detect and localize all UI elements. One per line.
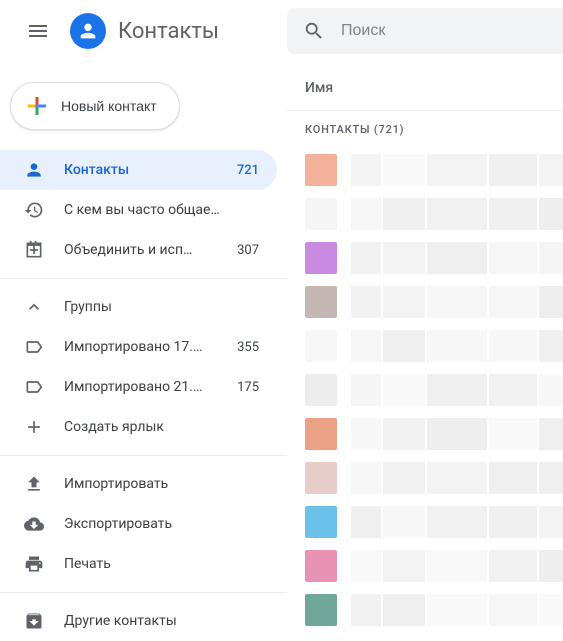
contact-name-redacted [351,330,563,362]
contact-row[interactable] [287,148,563,192]
sidebar-item-group-2[interactable]: Создать ярлык [0,407,277,447]
plus-icon [24,417,44,437]
app-logo [70,13,106,49]
contact-avatar [305,550,337,582]
sidebar-item-main-0[interactable]: Контакты 721 [0,150,277,190]
contact-name-redacted [351,550,563,582]
contact-name-redacted [351,462,563,494]
sidebar-item-label: С кем вы часто общае… [64,202,259,218]
sidebar-item-other-0[interactable]: Другие контакты [0,601,277,641]
contact-name-redacted [351,198,563,230]
chevron-up-icon [24,297,44,317]
contact-name-redacted [351,594,563,626]
sidebar-item-label: Экспортировать [64,516,259,532]
contact-avatar [305,418,337,450]
contact-avatar [305,198,337,230]
column-header-name: Имя [287,54,563,110]
contact-row[interactable] [287,368,563,412]
contact-row[interactable] [287,544,563,588]
sidebar-item-label: Импортировать [64,476,259,492]
app-title: Контакты [118,19,219,44]
sidebar-item-label: Группы [64,299,259,315]
sidebar-item-main-1[interactable]: С кем вы часто общае… [0,190,277,230]
sidebar-item-io-2[interactable]: Печать [0,544,277,584]
divider [0,455,287,456]
history-icon [24,200,44,220]
header: Контакты [0,0,287,62]
sidebar-item-label: Печать [64,556,259,572]
contact-row[interactable] [287,500,563,544]
sidebar-item-label: Объединить и исп… [64,242,217,258]
plus-multicolor-icon [25,94,49,118]
sidebar-item-label: Импортировано 17.… [64,339,217,355]
sidebar-item-label: Создать ярлык [64,419,259,435]
search-icon [303,20,325,42]
search-box[interactable] [287,8,563,54]
sidebar-item-io-0[interactable]: Импортировать [0,464,277,504]
sidebar-item-label: Другие контакты [64,613,259,629]
contacts-section-header: КОНТАКТЫ (721) [287,110,563,148]
sidebar-item-io-1[interactable]: Экспортировать [0,504,277,544]
contact-avatar [305,506,337,538]
sidebar-item-label: Контакты [64,162,217,178]
new-contact-button[interactable]: Новый контакт [10,82,180,130]
contact-avatar [305,242,337,274]
divider [0,592,287,593]
contact-row[interactable] [287,236,563,280]
sidebar-item-groups-header-0[interactable]: Группы [0,287,277,327]
contact-avatar [305,594,337,626]
sidebar: Контакты Новый контакт Контакты 721 С кем … [0,0,287,641]
contact-name-redacted [351,374,563,406]
archive-icon [24,611,44,631]
menu-button[interactable] [14,7,62,55]
contact-name-redacted [351,506,563,538]
divider [0,278,287,279]
contact-row[interactable] [287,324,563,368]
contact-avatar [305,374,337,406]
sidebar-item-count: 307 [237,243,259,258]
main-content: Имя КОНТАКТЫ (721) [287,0,563,641]
contact-row[interactable] [287,412,563,456]
contact-name-redacted [351,154,563,186]
person-icon [24,160,44,180]
contact-avatar [305,286,337,318]
contact-row[interactable] [287,588,563,632]
sidebar-item-count: 721 [237,163,259,178]
hamburger-icon [26,19,50,43]
print-icon [24,554,44,574]
upload-icon [24,474,44,494]
contact-name-redacted [351,418,563,450]
label-icon [24,337,44,357]
search-input[interactable] [341,22,563,40]
contact-avatar [305,330,337,362]
contact-row[interactable] [287,192,563,236]
contact-name-redacted [351,286,563,318]
sidebar-item-main-2[interactable]: Объединить и исп… 307 [0,230,277,270]
sidebar-item-group-0[interactable]: Импортировано 17.… 355 [0,327,277,367]
label-icon [24,377,44,397]
contact-list [287,148,563,632]
contact-avatar [305,154,337,186]
sidebar-item-group-1[interactable]: Импортировано 21.… 175 [0,367,277,407]
contact-name-redacted [351,242,563,274]
sidebar-item-label: Импортировано 21.… [64,379,217,395]
new-contact-label: Новый контакт [61,98,157,114]
merge-icon [24,240,44,260]
sidebar-item-count: 355 [237,340,259,355]
contact-row[interactable] [287,456,563,500]
contact-row[interactable] [287,280,563,324]
download-cloud-icon [24,514,44,534]
sidebar-item-count: 175 [237,380,259,395]
contact-avatar [305,462,337,494]
person-icon [77,20,99,42]
